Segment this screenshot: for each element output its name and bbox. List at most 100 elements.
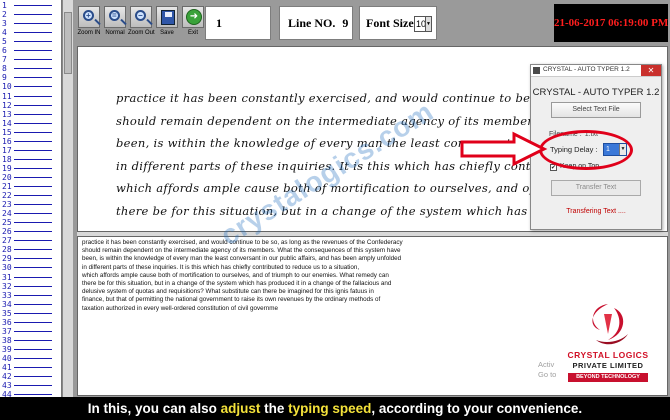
handwriting-line: should remain dependent on the intermedi…: [116, 113, 596, 128]
toolbar: + Zoom IN = Normal − Zoom Out Save ➜ Exi…: [76, 2, 668, 44]
line-number: 30: [2, 263, 52, 272]
line-number-gutter: 1 2 3 4 5 6 7 8 9 10 11 12 13 14 15 16 17 18 19 20 21 22 23 24 2…: [0, 0, 62, 420]
line-number: 25: [2, 218, 52, 227]
line-number: 42: [2, 372, 52, 381]
vertical-scrollbar[interactable]: [62, 0, 73, 420]
line-number-field: Line NO. 9: [279, 6, 353, 40]
handwriting-line: which affords ample cause both of mortif…: [116, 181, 588, 195]
exit-button[interactable]: ➜ Exit: [180, 4, 206, 44]
select-text-file-button[interactable]: Select Text File: [551, 102, 641, 118]
annotation-arrow-icon: [460, 131, 548, 167]
clock-display: 21-06-2017 06:19:00 PM: [554, 4, 668, 42]
line-number: 21: [2, 182, 52, 191]
line-number: 12: [2, 101, 52, 110]
floppy-disk-icon: [156, 6, 178, 28]
line-number: 24: [2, 209, 52, 218]
page-number-value: 1: [216, 16, 222, 30]
line-number: 23: [2, 200, 52, 209]
line-number: 1: [2, 1, 52, 10]
logo-name-line1: CRYSTAL LOGICS: [567, 350, 649, 360]
zoom-out-label: Zoom Out: [128, 30, 155, 36]
line-number-label: Line NO.: [288, 16, 336, 30]
line-number: 32: [2, 282, 52, 291]
line-number: 16: [2, 137, 52, 146]
line-number: 7: [2, 55, 52, 64]
transfer-text-button[interactable]: Transfer Text: [551, 180, 641, 196]
line-number: 39: [2, 345, 52, 354]
dialog-window-title: CRYSTAL - AUTO TYPER 1.2: [543, 66, 630, 73]
font-size-select[interactable]: 10 ▼: [414, 16, 432, 32]
status-text: Transfering Text ....: [566, 208, 626, 215]
text-line: should remain dependent on the intermedi…: [82, 247, 401, 255]
normal-label: Normal: [105, 30, 125, 36]
scrollbar-thumb[interactable]: [64, 12, 72, 74]
line-number: 18: [2, 155, 52, 164]
line-number: 5: [2, 37, 52, 46]
line-number: 14: [2, 119, 52, 128]
line-number: 33: [2, 291, 52, 300]
zoom-normal-icon: =: [104, 6, 126, 28]
line-number: 36: [2, 318, 52, 327]
zoom-out-icon: −: [130, 6, 152, 28]
exit-label: Exit: [187, 30, 198, 36]
line-number: 34: [2, 300, 52, 309]
logo-emblem-icon: [592, 304, 628, 345]
line-number: 27: [2, 236, 52, 245]
line-number: 20: [2, 173, 52, 182]
handwriting-line: there be for this situation, but in a ch…: [116, 203, 589, 218]
save-label: Save: [160, 30, 174, 36]
line-number: 4: [2, 28, 52, 37]
line-number: 43: [2, 381, 52, 390]
text-line: been, is within the knowledge of every m…: [82, 255, 402, 263]
line-number: 3: [2, 19, 52, 28]
line-number: 10: [2, 82, 52, 91]
line-number: 40: [2, 354, 52, 363]
handwriting-line: practice it has been constantly exercise…: [116, 91, 569, 105]
line-number: 19: [2, 164, 52, 173]
zoom-in-label: Zoom IN: [77, 30, 101, 36]
page-number-field[interactable]: 1: [205, 6, 271, 40]
line-number: 2: [2, 10, 52, 19]
chevron-down-icon: ▼: [425, 16, 432, 32]
text-line: there be for this situation, but in a ch…: [82, 280, 392, 288]
text-line: practice it has been constantly exercise…: [82, 239, 403, 246]
line-number: 22: [2, 191, 52, 200]
dialog-titlebar: CRYSTAL - AUTO TYPER 1.2 ✕: [531, 65, 661, 77]
text-line: which affords ample cause both of mortif…: [82, 271, 389, 279]
line-number: 41: [2, 363, 52, 372]
save-button[interactable]: Save: [154, 4, 180, 44]
logo-tagline: BEYOND TECHNOLOGY: [568, 373, 648, 382]
zoom-out-button[interactable]: − Zoom Out: [128, 4, 155, 44]
dialog-heading: CRYSTAL - AUTO TYPER 1.2: [532, 87, 660, 98]
text-line: in different parts of these inquiries. I…: [82, 263, 360, 271]
text-line: delusive system of quotas and requisitio…: [82, 288, 374, 296]
line-number: 11: [2, 92, 52, 101]
activate-windows-notice: Activ Go to: [538, 360, 557, 379]
line-number: 38: [2, 336, 52, 345]
app-icon: [533, 67, 540, 74]
line-number: 9: [2, 73, 52, 82]
line-number: 35: [2, 309, 52, 318]
line-number: 13: [2, 110, 52, 119]
annotation-ellipse: [539, 130, 633, 170]
line-number-value: 9: [342, 16, 349, 30]
normal-zoom-button[interactable]: = Normal: [102, 4, 128, 44]
close-icon[interactable]: ✕: [641, 65, 661, 76]
line-number: 17: [2, 146, 52, 155]
line-number: 26: [2, 227, 52, 236]
zoom-in-icon: +: [78, 6, 100, 28]
font-size-field: Font Size 10 ▼: [359, 6, 437, 40]
line-number: 6: [2, 46, 52, 55]
font-size-label: Font Size: [366, 16, 414, 30]
video-caption: In this, you can also adjust the typing …: [0, 397, 670, 420]
exit-icon: ➜: [182, 6, 204, 28]
line-number: 37: [2, 327, 52, 336]
company-logo: CRYSTAL LOGICS PRIVATE LIMITED BEYOND TE…: [548, 300, 668, 396]
line-number: 29: [2, 254, 52, 263]
line-number: 31: [2, 273, 52, 282]
line-number: 15: [2, 128, 52, 137]
zoom-in-button[interactable]: + Zoom IN: [76, 4, 102, 44]
line-number: 8: [2, 64, 52, 73]
line-number: 28: [2, 245, 52, 254]
logo-name-line2: PRIVATE LIMITED: [572, 361, 644, 370]
